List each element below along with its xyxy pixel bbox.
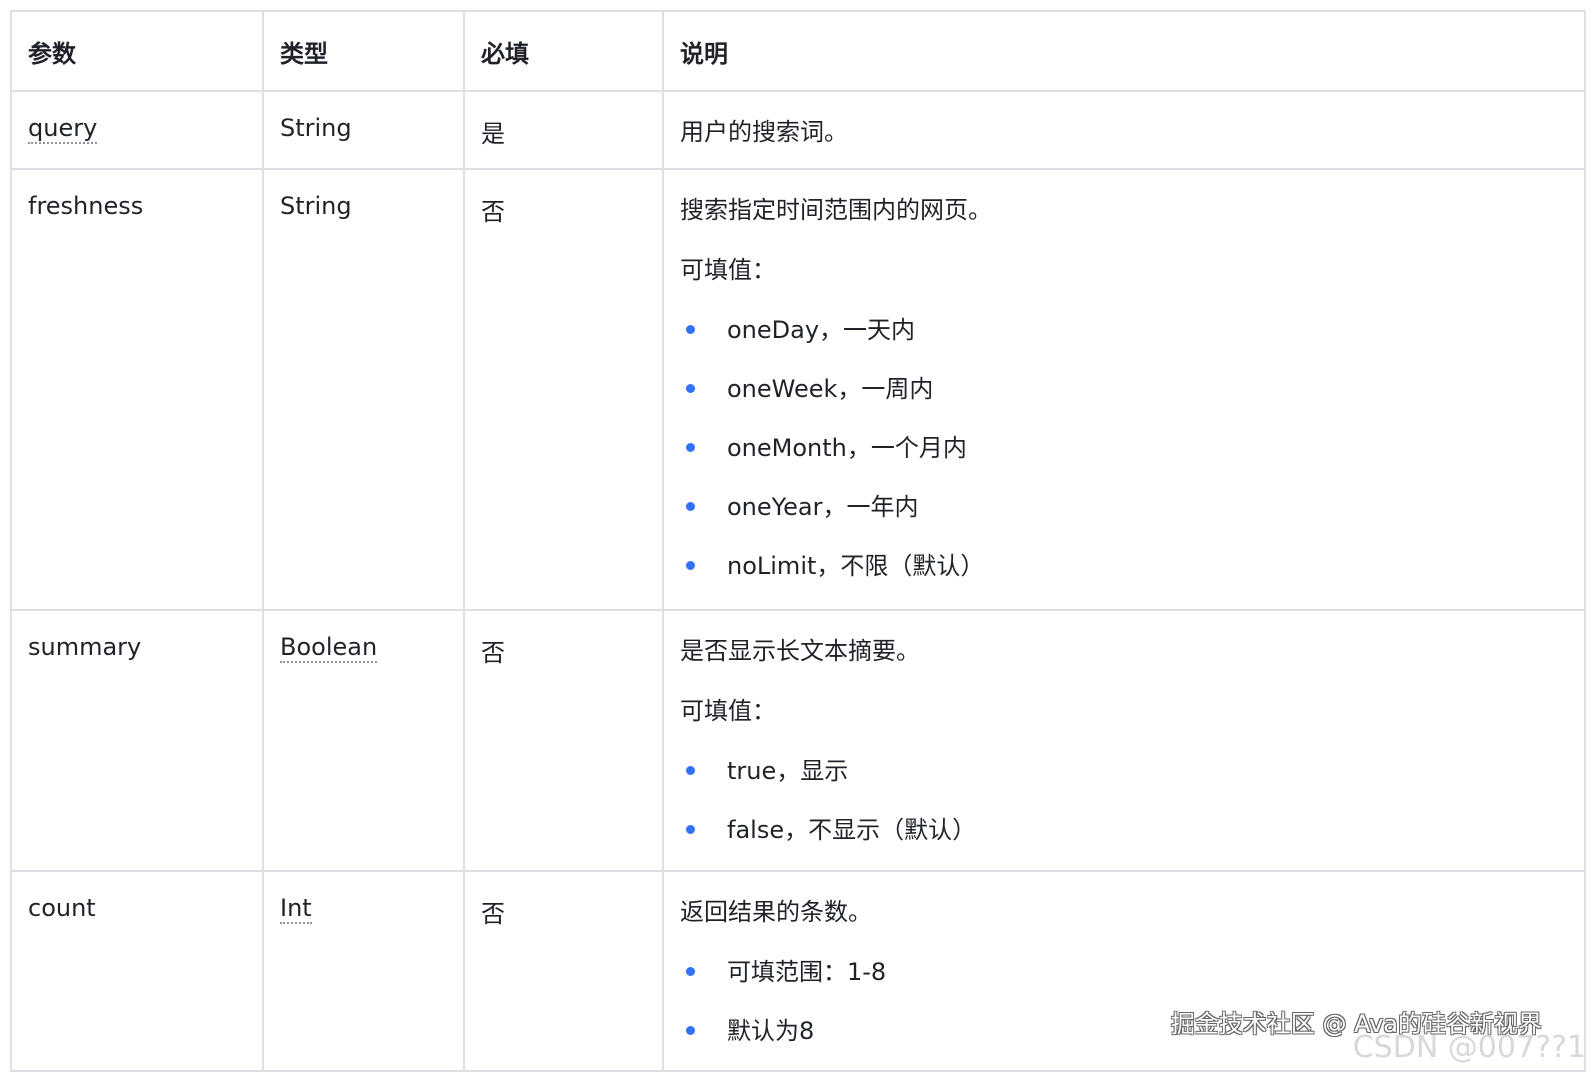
bullet-icon (686, 1026, 695, 1035)
type-cell: Int (262, 870, 465, 1072)
desc-text: 用户的搜索词。 (680, 118, 848, 146)
desc-text: 搜索指定时间范围内的网页。 (680, 196, 992, 224)
required-cell: 否 (463, 609, 664, 872)
bullet-icon (686, 766, 695, 775)
desc-cell: 是否显示长文本摘要。 可填值： true，显示 false，不显示（默认） (662, 609, 1586, 872)
list-item: false，不显示（默认） (680, 812, 1568, 848)
bullet-icon (686, 502, 695, 511)
list-item-text: 可填范围：1-8 (727, 958, 887, 986)
desc-text: 是否显示长文本摘要。 (680, 637, 920, 665)
list-item-text: oneWeek，一周内 (727, 375, 934, 403)
param-type: Boolean (280, 633, 378, 663)
required-cell: 否 (463, 870, 664, 1072)
list-item-text: oneMonth，一个月内 (727, 434, 967, 462)
param-cell: count (10, 870, 264, 1072)
required-cell: 是 (463, 90, 664, 170)
bullet-icon (686, 825, 695, 834)
params-table: 参数 类型 必填 说明 query String 是用户的搜索词。 freshness… (10, 10, 1586, 1072)
desc-cell: 搜索指定时间范围内的网页。 可填值： oneDay，一天内 oneWeek，一周内 on… (662, 168, 1586, 611)
value-list: true，显示 false，不显示（默认） (680, 753, 1568, 848)
list-item-text: false，不显示（默认） (727, 816, 977, 844)
bullet-icon (686, 443, 695, 452)
table-row: summary Boolean 否是否显示长文本摘要。 可填值： true，显示 fals… (10, 609, 1586, 872)
list-item: oneDay，一天内 (680, 312, 1568, 348)
param-cell: summary (10, 609, 264, 872)
param-cell: freshness (10, 168, 264, 611)
param-name: summary (28, 633, 142, 661)
list-item-text: noLimit，不限（默认） (727, 552, 985, 580)
header-param: 参数 (10, 10, 264, 92)
watermark-csdn: CSDN @007??1 (1352, 1030, 1586, 1065)
param-type: String (280, 114, 352, 142)
table-row: query String 是用户的搜索词。 (10, 90, 1586, 170)
type-cell: Boolean (262, 609, 465, 872)
desc-text: 可填值： (680, 256, 776, 284)
param-cell: query (10, 90, 264, 170)
bullet-icon (686, 325, 695, 334)
desc-text: 返回结果的条数。 (680, 898, 872, 926)
bullet-icon (686, 967, 695, 976)
list-item-text: oneYear，一年内 (727, 493, 919, 521)
list-item: true，显示 (680, 753, 1568, 789)
table-row: count Int 否返回结果的条数。可填范围：1-8 默认为8 (10, 870, 1586, 1072)
header-required: 必填 (463, 10, 664, 92)
param-name: freshness (28, 192, 144, 220)
param-type: String (280, 192, 352, 220)
bullet-icon (686, 384, 695, 393)
desc-text: 可填值： (680, 697, 776, 725)
list-item: 可填范围：1-8 (680, 954, 1568, 990)
list-item-text: oneDay，一天内 (727, 316, 916, 344)
table-row: freshness String 否搜索指定时间范围内的网页。 可填值： oneDay，… (10, 168, 1586, 611)
type-cell: String (262, 168, 465, 611)
desc-cell: 用户的搜索词。 (662, 90, 1586, 170)
type-cell: String (262, 90, 465, 170)
param-name: query (28, 114, 98, 144)
param-name: count (28, 894, 96, 922)
list-item: oneMonth，一个月内 (680, 430, 1568, 466)
header-row: 参数 类型 必填 说明 (10, 10, 1586, 92)
required-cell: 否 (463, 168, 664, 611)
list-item: noLimit，不限（默认） (680, 548, 1568, 584)
param-type: Int (280, 894, 312, 924)
value-list: oneDay，一天内 oneWeek，一周内 oneMonth，一个月内 oneYea… (680, 312, 1568, 584)
bullet-icon (686, 561, 695, 570)
list-item-text: 默认为8 (727, 1017, 815, 1045)
list-item: oneWeek，一周内 (680, 371, 1568, 407)
list-item: oneYear，一年内 (680, 489, 1568, 525)
list-item-text: true，显示 (727, 757, 849, 785)
header-type: 类型 (262, 10, 465, 92)
header-desc: 说明 (662, 10, 1586, 92)
